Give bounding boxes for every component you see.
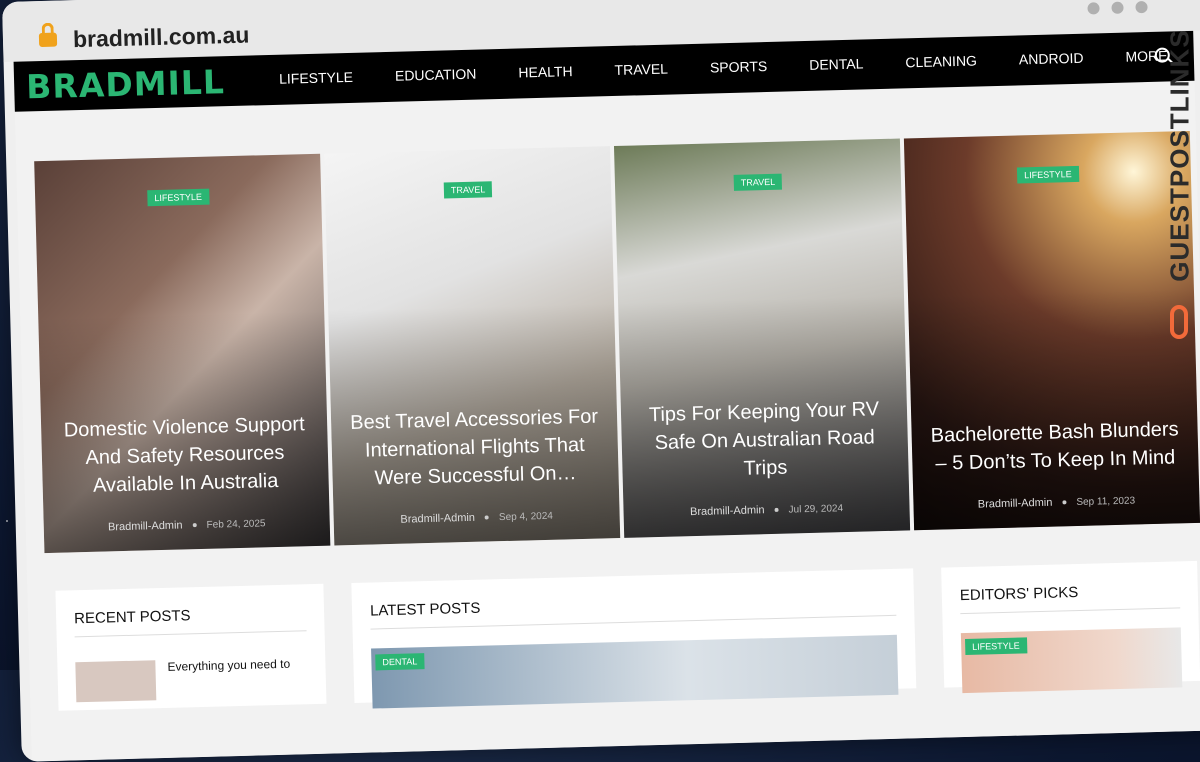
website: BRADMILL LIFESTYLE EDUCATION HEALTH TRAV…	[13, 30, 1200, 762]
browser-window: bradmill.com.au BRADMILL LIFESTYLE EDUCA…	[2, 0, 1200, 762]
window-controls	[1075, 0, 1148, 20]
widget-divider	[74, 630, 307, 638]
post-title[interactable]: Everything you need to	[167, 657, 290, 674]
card-title[interactable]: Tips For Keeping Your RV Safe On Austral…	[636, 395, 894, 486]
card-title[interactable]: Domestic Violence Support And Safety Res…	[56, 410, 314, 501]
featured-card[interactable]: TRAVEL Best Travel Accessories For Inter…	[324, 146, 621, 546]
nav-item-lifestyle[interactable]: LIFESTYLE	[279, 69, 353, 87]
watermark-text: GUESTPOSTLINKS	[1164, 29, 1195, 282]
widget-title: EDITORS' PICKS	[959, 584, 1079, 605]
post-image[interactable]	[960, 627, 1183, 694]
editors-picks-widget: EDITORS' PICKS LIFESTYLE	[941, 560, 1200, 694]
card-date: Sep 4, 2024	[498, 510, 554, 524]
latest-posts-widget: LATEST POSTS DENTAL	[351, 568, 917, 709]
nav-item-sports[interactable]: SPORTS	[710, 58, 768, 75]
nav-item-travel[interactable]: TRAVEL	[614, 61, 668, 78]
featured-card[interactable]: LIFESTYLE Bachelorette Bash Blunders – 5…	[903, 130, 1200, 531]
window-dot-icon[interactable]	[1111, 1, 1124, 14]
recent-posts-widget: RECENT POSTS Everything you need to	[55, 583, 327, 711]
post-thumbnail[interactable]	[75, 660, 157, 703]
nav-item-cleaning[interactable]: CLEANING	[905, 53, 977, 71]
card-author[interactable]: Bradmill-Admin	[690, 504, 765, 518]
card-title[interactable]: Bachelorette Bash Blunders – 5 Don’ts To…	[926, 415, 1183, 478]
card-author[interactable]: Bradmill-Admin	[108, 519, 183, 533]
post-image[interactable]	[371, 634, 899, 709]
nav-item-health[interactable]: HEALTH	[518, 63, 573, 80]
category-tag[interactable]: TRAVEL	[733, 173, 783, 191]
category-tag[interactable]: LIFESTYLE	[965, 637, 1027, 656]
featured-cards: LIFESTYLE Domestic Violence Support And …	[34, 130, 1200, 561]
card-title[interactable]: Best Travel Accessories For Internationa…	[346, 402, 604, 493]
category-tag[interactable]: LIFESTYLE	[1016, 165, 1079, 184]
link-icon	[1170, 305, 1188, 339]
nav-menu: LIFESTYLE EDUCATION HEALTH TRAVEL SPORTS…	[279, 46, 1200, 87]
featured-card[interactable]: TRAVEL Tips For Keeping Your RV Safe On …	[613, 138, 911, 538]
card-author[interactable]: Bradmill-Admin	[978, 497, 1053, 511]
site-logo[interactable]: BRADMILL	[26, 62, 226, 106]
nav-item-android[interactable]: ANDROID	[1019, 50, 1084, 68]
card-author[interactable]: Bradmill-Admin	[400, 512, 475, 526]
widget-divider	[960, 607, 1181, 615]
star	[6, 520, 8, 522]
category-tag[interactable]: DENTAL	[375, 653, 425, 671]
featured-card[interactable]: LIFESTYLE Domestic Violence Support And …	[34, 153, 331, 554]
watermark: GUESTPOSTLINKS	[1160, 29, 1200, 380]
card-date: Jul 29, 2024	[788, 503, 844, 516]
window-dot-icon[interactable]	[1087, 2, 1100, 15]
widget-title: LATEST POSTS	[369, 599, 481, 620]
category-tag[interactable]: LIFESTYLE	[147, 188, 210, 207]
url-text[interactable]: bradmill.com.au	[73, 22, 250, 54]
nav-item-education[interactable]: EDUCATION	[395, 66, 477, 84]
category-tag[interactable]: TRAVEL	[443, 181, 493, 199]
card-date: Sep 11, 2023	[1076, 495, 1136, 509]
lock-icon	[38, 22, 58, 49]
nav-item-dental[interactable]: DENTAL	[809, 55, 864, 72]
card-date: Feb 24, 2025	[206, 518, 266, 531]
window-dot-icon[interactable]	[1135, 1, 1148, 14]
widget-title: RECENT POSTS	[73, 607, 191, 628]
